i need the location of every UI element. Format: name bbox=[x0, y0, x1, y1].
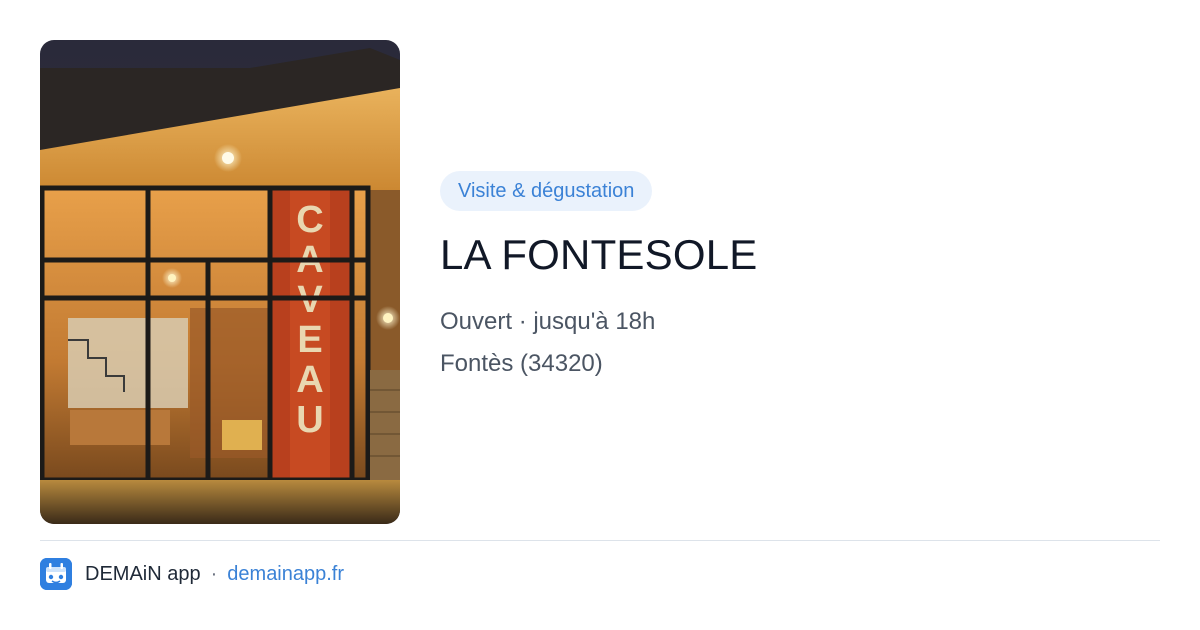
app-domain-link[interactable]: demainapp.fr bbox=[227, 563, 344, 586]
venue-location: Fontès (34320) bbox=[440, 350, 603, 377]
footer-divider bbox=[40, 540, 1160, 541]
category-badge[interactable]: Visite & dégustation bbox=[440, 171, 653, 211]
venue-info: Visite & dégustation LA FONTESOLE Ouvert… bbox=[440, 171, 1160, 379]
venue-photo: C A V E A U bbox=[40, 40, 400, 524]
svg-text:E: E bbox=[297, 319, 322, 361]
footer-separator: · bbox=[210, 562, 218, 585]
app-name: DEMAiN app bbox=[85, 562, 201, 585]
demain-app-icon bbox=[40, 558, 72, 590]
opening-status: Ouvert · jusqu'à 18h bbox=[440, 308, 656, 335]
venue-title: LA FONTESOLE bbox=[440, 231, 758, 278]
footer: DEMAiN app · demainapp.fr bbox=[40, 558, 344, 590]
caveau-sign-letter: C bbox=[296, 199, 323, 241]
svg-text:U: U bbox=[296, 399, 323, 441]
svg-text:A: A bbox=[296, 359, 323, 401]
